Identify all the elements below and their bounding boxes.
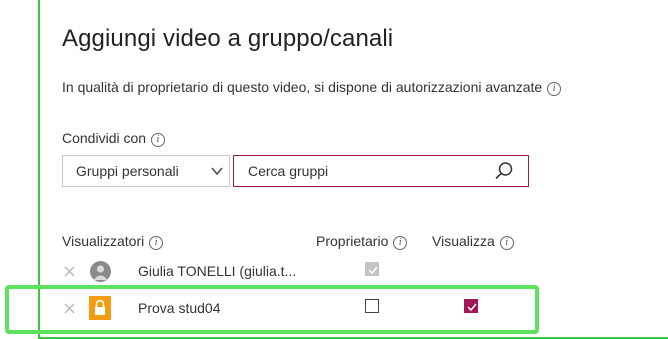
search-icon[interactable] (494, 161, 514, 181)
permissions-note: In qualità di proprietario di questo vid… (62, 79, 562, 96)
dialog: Aggiungi video a gruppo/canali In qualit… (0, 0, 668, 339)
group-search-box[interactable] (233, 155, 529, 187)
info-icon[interactable]: i (149, 236, 164, 250)
info-icon[interactable]: i (393, 236, 408, 250)
info-icon[interactable]: i (547, 82, 562, 96)
group-type-dropdown[interactable]: Gruppi personali (62, 155, 230, 187)
share-with-label: Condividi con i (62, 130, 166, 147)
highlight-annotation (5, 285, 539, 334)
owner-checkbox (365, 262, 379, 276)
table-row: × Giulia TONELLI (giulia.t... (62, 259, 542, 287)
viewers-header-text: Visualizzatori (62, 233, 145, 249)
owner-header-text: Proprietario (316, 233, 389, 249)
view-header-text: Visualizza (432, 233, 495, 249)
viewers-column-header: Visualizzatori i (62, 233, 164, 250)
group-type-value: Gruppi personali (76, 163, 179, 179)
dialog-title: Aggiungi video a gruppo/canali (62, 25, 394, 52)
info-icon[interactable]: i (151, 133, 166, 147)
member-name: Giulia TONELLI (giulia.t... (138, 263, 297, 279)
remove-icon[interactable]: × (62, 262, 77, 282)
chevron-down-icon (211, 167, 223, 176)
info-icon[interactable]: i (499, 236, 514, 250)
view-column-header: Visualizza i (432, 233, 514, 250)
user-avatar-icon (90, 261, 111, 282)
group-search-input[interactable] (248, 161, 478, 181)
permissions-note-text: In qualità di proprietario di questo vid… (62, 79, 543, 95)
share-with-text: Condividi con (62, 130, 147, 146)
owner-column-header: Proprietario i (316, 233, 408, 250)
